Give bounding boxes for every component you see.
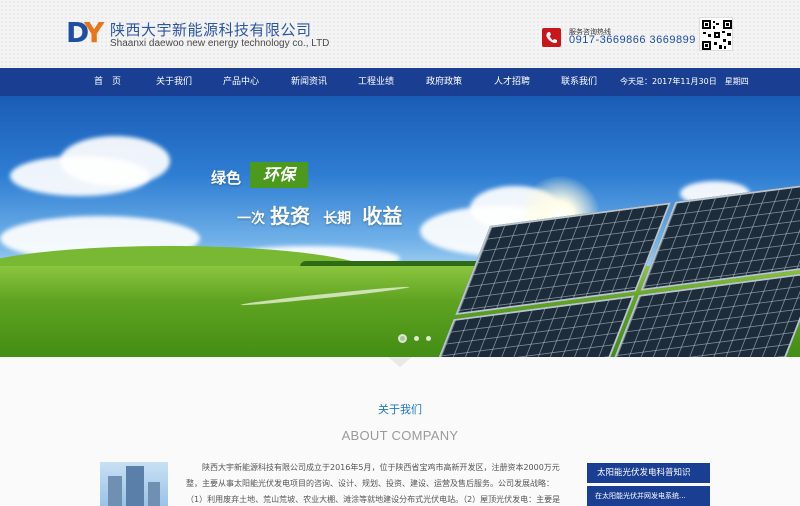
building [148,482,160,506]
slogan-green: 绿色 [211,169,242,187]
hero-banner[interactable]: 绿色 环保 一次 投资 长期 收益 [0,96,800,357]
hotline-numbers: 0917-3669866 3669899 [569,34,696,46]
about-paragraph: 陕西大宇新能源科技有限公司成立于2016年5月，位于陕西省宝鸡市高新开发区，注册… [186,463,561,504]
logo[interactable]: D Y [66,18,106,48]
nav-item-projects[interactable]: 工程业绩 [358,68,394,96]
about-title[interactable]: 关于我们 [0,401,800,417]
slider-dot[interactable] [414,336,419,341]
about-description: 陕西大宇新能源科技有限公司成立于2016年5月，位于陕西省宝鸡市高新开发区，注册… [186,460,566,506]
qr-code-svg [702,20,732,50]
about-subtitle: ABOUT COMPANY [341,428,459,443]
company-name-cn: 陕西大宇新能源科技有限公司 [110,21,312,39]
nav-item-news[interactable]: 新闻资讯 [291,68,327,96]
slogan-word: 收益 [362,204,403,228]
nav-item-products[interactable]: 产品中心 [223,68,259,96]
qr-code-icon [699,17,733,51]
phone-icon-svg [546,32,557,44]
nav-item-about[interactable]: 关于我们 [156,68,192,96]
nav-item-careers[interactable]: 人才招聘 [494,68,530,96]
slogan-eco-badge: 环保 [250,162,308,188]
logo-letter-y: Y [84,16,105,49]
solar-panel [640,178,800,291]
phone-icon [542,28,561,47]
slider-dot[interactable] [398,334,407,343]
knowledge-box-item[interactable]: 在太阳能光伏并网发电系统... [587,486,710,506]
nav-item-policy[interactable]: 政府政策 [426,68,462,96]
slogan-word: 长期 [323,211,352,227]
cloud [60,136,170,186]
nav-item-contact[interactable]: 联系我们 [561,68,597,96]
slogan-invest: 一次 投资 长期 收益 [237,200,402,228]
building [126,466,144,506]
slider-dots [398,334,438,344]
section-notch [388,357,412,367]
slider-dot[interactable] [426,336,431,341]
slogan-word: 投资 [270,204,311,228]
current-date: 今天是：2017年11月30日 星期四 [620,77,749,86]
nav-item-home[interactable]: 首 页 [94,68,121,96]
knowledge-box-title[interactable]: 太阳能光伏发电科普知识 [587,463,710,483]
slogan-word: 一次 [237,211,265,227]
company-building-image [100,462,168,506]
site-header: D Y 陕西大宇新能源科技有限公司 Shaanxi daewoo new ene… [0,0,800,68]
company-name-en: Shaanxi daewoo new energy technology co.… [110,38,330,49]
main-nav: 首 页 关于我们 产品中心 新闻资讯 工程业绩 政府政策 人才招聘 联系我们 今… [0,68,800,96]
building [108,476,122,506]
